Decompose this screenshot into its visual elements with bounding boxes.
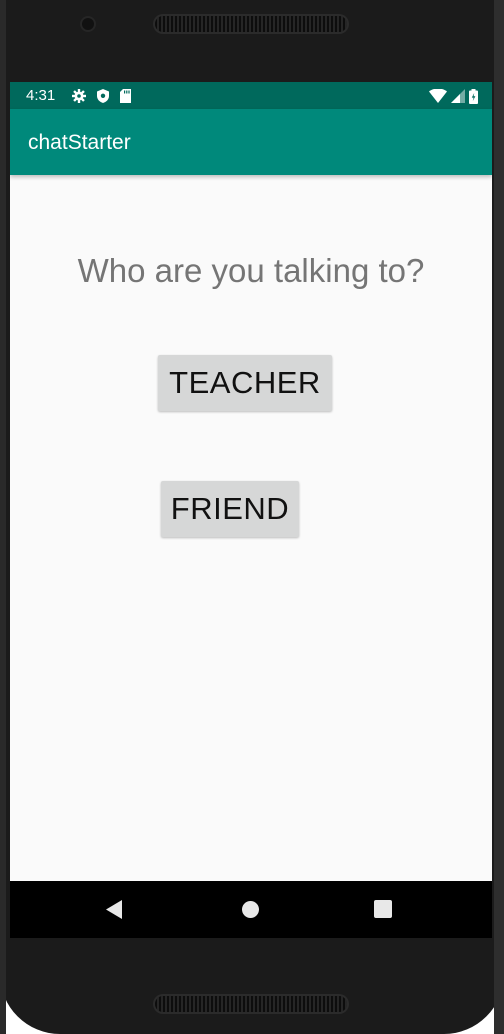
status-bar: 4:31 — [10, 82, 492, 109]
app-bar: chatStarter — [10, 109, 492, 175]
cell-signal-icon — [451, 89, 465, 103]
back-icon[interactable] — [106, 900, 122, 919]
home-icon[interactable] — [242, 901, 259, 918]
screen: 4:31 chatStarter Who are you talking to?… — [10, 82, 492, 938]
front-camera — [82, 18, 94, 30]
settings-gear-icon — [72, 89, 86, 103]
status-icons-right — [429, 88, 478, 104]
device-edge — [0, 0, 6, 1034]
friend-button[interactable]: FRIEND — [161, 481, 299, 537]
recents-icon[interactable] — [374, 900, 392, 918]
status-time: 4:31 — [26, 87, 56, 104]
bottom-speaker-grille — [155, 996, 347, 1012]
teacher-button[interactable]: TEACHER — [158, 355, 332, 411]
status-icons-left — [72, 88, 131, 104]
shield-icon — [97, 89, 109, 103]
sd-card-icon — [120, 89, 131, 103]
top-speaker-grille — [155, 16, 347, 32]
device-edge — [494, 0, 504, 1034]
battery-icon — [469, 88, 478, 104]
wifi-icon — [429, 89, 447, 103]
phone-frame: 4:31 chatStarter Who are you talking to?… — [0, 0, 504, 1034]
app-title: chatStarter — [28, 131, 131, 154]
prompt-heading: Who are you talking to? — [77, 252, 425, 289]
navigation-bar — [10, 881, 492, 938]
